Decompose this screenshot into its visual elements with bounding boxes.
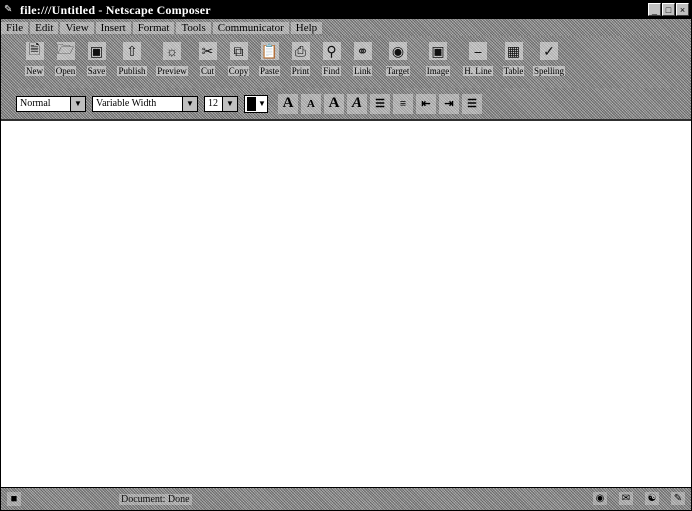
spelling-button[interactable]: ✓ Spelling — [529, 36, 569, 86]
target-button[interactable]: ◉ Target — [378, 36, 418, 86]
font-size-increase-icon[interactable]: A — [278, 93, 298, 114]
cut-button[interactable]: ✂ Cut — [192, 36, 223, 86]
minimize-button[interactable]: _ — [648, 3, 661, 16]
maximize-button[interactable]: □ — [662, 3, 675, 16]
indent-icon[interactable]: ⇥ — [439, 93, 459, 114]
menu-help[interactable]: Help — [290, 21, 323, 34]
save-label: Save — [86, 66, 107, 76]
discussions-icon[interactable]: ☯ — [645, 492, 659, 505]
status-text: Document: Done — [119, 493, 192, 505]
copy-icon: ⧉ — [229, 42, 248, 60]
link-icon: ⚭ — [353, 42, 372, 60]
window-controls: _ □ × — [648, 3, 689, 16]
menu-format[interactable]: Format — [132, 21, 175, 34]
paste-button[interactable]: 📋 Paste — [254, 36, 285, 86]
save-disk-icon: ▣ — [87, 42, 106, 60]
new-document-icon: 🗎 — [25, 41, 44, 60]
copy-label: Copy — [227, 66, 250, 76]
image-icon: ▣ — [429, 42, 447, 60]
alignment-icon[interactable]: ☰ — [462, 93, 482, 114]
printer-icon: ⎙ — [291, 42, 310, 60]
target-label: Target — [385, 66, 411, 76]
text-color-swatch — [247, 96, 256, 111]
formatting-toolbar: Normal ▼ Variable Width ▼ 12 ▼ ▼ A A A A… — [1, 88, 691, 121]
publish-label: Publish — [117, 66, 147, 76]
print-button[interactable]: ⎙ Print — [285, 36, 316, 86]
new-button[interactable]: 🗎 New — [19, 36, 50, 86]
font-face-value: Variable Width — [96, 98, 157, 109]
publish-icon: ⇧ — [123, 42, 141, 60]
text-color-button[interactable]: ▼ — [244, 94, 268, 113]
dropdown-arrow-icon: ▼ — [70, 96, 85, 111]
hline-label: H. Line — [463, 66, 493, 76]
link-label: Link — [353, 66, 372, 76]
spelling-check-icon: ✓ — [540, 42, 558, 60]
mail-icon[interactable]: ✉ — [619, 492, 633, 505]
paragraph-style-select[interactable]: Normal ▼ — [16, 95, 86, 112]
cut-label: Cut — [199, 66, 215, 76]
paste-clipboard-icon: 📋 — [260, 42, 279, 60]
find-binoculars-icon: ⚲ — [322, 42, 341, 60]
clear-styles-icon[interactable]: ☰ — [370, 93, 390, 114]
close-button[interactable]: × — [676, 3, 689, 16]
link-button[interactable]: ⚭ Link — [347, 36, 378, 86]
table-label: Table — [502, 66, 525, 76]
open-label: Open — [54, 66, 77, 76]
component-bar: ◉ ✉ ☯ ✎ — [593, 492, 685, 505]
open-folder-icon: 🗁 — [56, 41, 75, 60]
bullet-list-icon[interactable]: ≡ — [393, 93, 413, 114]
font-face-select[interactable]: Variable Width ▼ — [92, 95, 198, 112]
find-button[interactable]: ⚲ Find — [316, 36, 347, 86]
menu-view[interactable]: View — [60, 21, 94, 34]
scissors-icon: ✂ — [198, 42, 217, 60]
composer-icon[interactable]: ✎ — [671, 492, 685, 505]
font-size-select[interactable]: 12 ▼ — [204, 95, 238, 112]
open-button[interactable]: 🗁 Open — [50, 36, 81, 86]
dropdown-arrow-icon: ▼ — [222, 96, 237, 111]
paste-label: Paste — [259, 66, 280, 76]
preview-button[interactable]: ☼ Preview — [152, 36, 192, 86]
preview-icon: ☼ — [163, 42, 181, 60]
italic-icon[interactable]: A — [347, 93, 367, 114]
image-label: Image — [425, 66, 451, 76]
table-button[interactable]: ▦ Table — [498, 36, 529, 86]
font-size-value: 12 — [208, 98, 218, 109]
font-size-decrease-icon[interactable]: A — [301, 93, 321, 114]
menu-file[interactable]: File — [1, 21, 29, 34]
find-label: Find — [322, 66, 341, 76]
preview-label: Preview — [156, 66, 188, 76]
menu-insert[interactable]: Insert — [95, 21, 131, 34]
navigator-icon[interactable]: ◉ — [593, 492, 607, 505]
copy-button[interactable]: ⧉ Copy — [223, 36, 254, 86]
publish-button[interactable]: ⇧ Publish — [112, 36, 152, 86]
composer-window: ✎ file:///Untitled - Netscape Composer _… — [0, 0, 692, 511]
app-icon: ✎ — [4, 4, 13, 15]
title-bar: ✎ file:///Untitled - Netscape Composer _… — [1, 1, 691, 19]
save-button[interactable]: ▣ Save — [81, 36, 112, 86]
new-label: New — [25, 66, 44, 76]
hline-button[interactable]: ⎯ H. Line — [458, 36, 498, 86]
window-title: file:///Untitled - Netscape Composer — [20, 2, 211, 17]
dropdown-arrow-icon: ▼ — [258, 99, 266, 108]
menu-edit[interactable]: Edit — [30, 21, 59, 34]
menu-communicator[interactable]: Communicator — [212, 21, 289, 34]
spelling-label: Spelling — [532, 66, 565, 76]
print-label: Print — [290, 66, 311, 76]
dropdown-arrow-icon: ▼ — [182, 96, 197, 111]
document-editing-area[interactable] — [1, 121, 691, 487]
status-bar: ■ Document: Done ◉ ✉ ☯ ✎ — [1, 487, 691, 510]
composition-toolbar: 🗎 New 🗁 Open ▣ Save ⇧ Publish ☼ Preview … — [1, 36, 691, 88]
paragraph-style-value: Normal — [20, 98, 51, 109]
outdent-icon[interactable]: ⇤ — [416, 93, 436, 114]
horizontal-line-icon: ⎯ — [469, 42, 487, 60]
image-button[interactable]: ▣ Image — [418, 36, 458, 86]
menu-tools[interactable]: Tools — [176, 21, 211, 34]
bold-icon[interactable]: A — [324, 93, 344, 114]
table-grid-icon: ▦ — [504, 42, 523, 60]
target-icon: ◉ — [389, 42, 407, 60]
menu-bar: File Edit View Insert Format Tools Commu… — [1, 19, 691, 36]
security-icon[interactable]: ■ — [7, 492, 21, 506]
